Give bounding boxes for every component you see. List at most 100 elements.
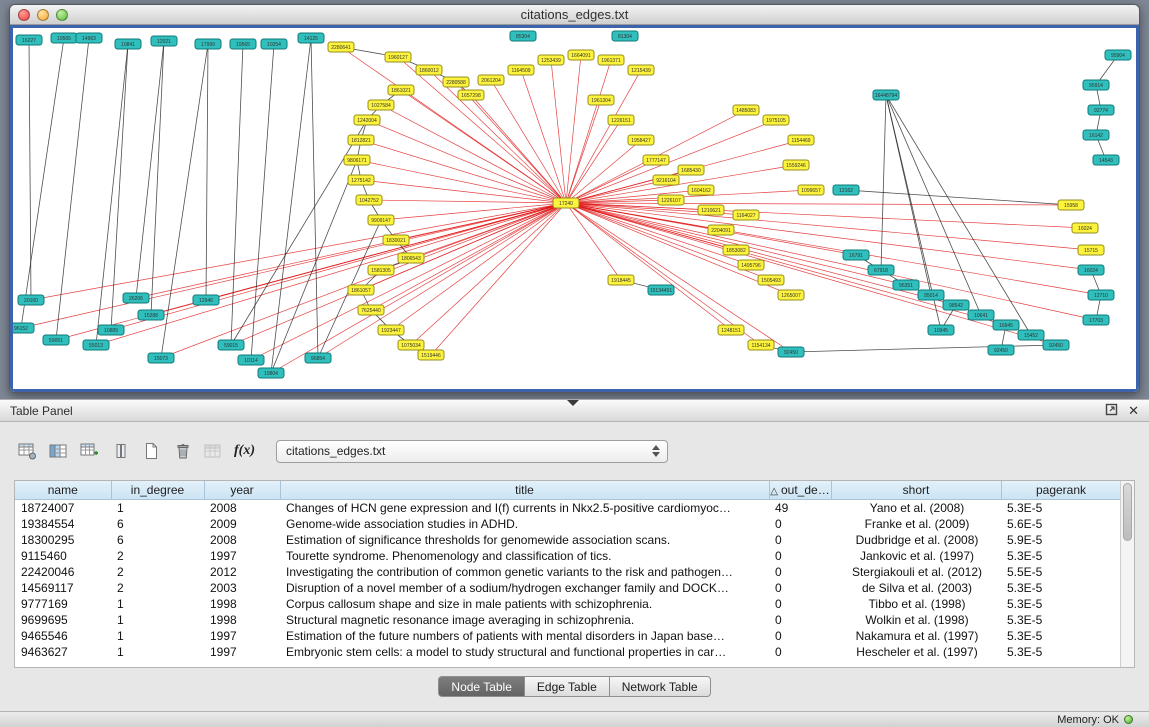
graph-node[interactable]: 1685430 bbox=[678, 165, 704, 175]
cell-name[interactable]: 18724007 bbox=[15, 499, 111, 516]
graph-node[interactable]: 1860012 bbox=[416, 65, 442, 75]
graph-node[interactable]: 20160 bbox=[18, 295, 44, 305]
graph-node[interactable]: 10114 bbox=[238, 355, 264, 365]
cell-year[interactable]: 1998 bbox=[204, 612, 280, 628]
graph-node[interactable]: 1923447 bbox=[378, 325, 404, 335]
graph-node[interactable]: 15715 bbox=[1078, 245, 1104, 255]
cell-in_degree[interactable]: 2 bbox=[111, 564, 204, 580]
graph-node[interactable]: 1226107 bbox=[658, 195, 684, 205]
table-mode-icon[interactable] bbox=[14, 438, 41, 464]
graph-node[interactable]: 15288 bbox=[138, 310, 164, 320]
cell-pagerank[interactable]: 5.3E-5 bbox=[1001, 628, 1121, 644]
table-row[interactable]: 1872400712008Changes of HCN gene express… bbox=[15, 499, 1121, 516]
graph-node[interactable]: 1960127 bbox=[385, 52, 411, 62]
cell-year[interactable]: 1998 bbox=[204, 596, 280, 612]
graph-node[interactable]: 92774 bbox=[1088, 105, 1114, 115]
tab-node-table[interactable]: Node Table bbox=[438, 676, 525, 697]
cell-short[interactable]: Dudbridge et al. (2008) bbox=[831, 532, 1001, 548]
cell-name[interactable]: 19384554 bbox=[15, 516, 111, 532]
close-window-button[interactable] bbox=[18, 9, 30, 21]
graph-node[interactable]: 1265007 bbox=[778, 290, 804, 300]
table-row[interactable]: 977716911998Corpus callosum shape and si… bbox=[15, 596, 1121, 612]
cell-pagerank[interactable]: 5.3E-5 bbox=[1001, 596, 1121, 612]
cell-out_de[interactable]: 0 bbox=[769, 628, 831, 644]
new-table-icon[interactable] bbox=[138, 438, 165, 464]
cell-pagerank[interactable]: 5.5E-5 bbox=[1001, 564, 1121, 580]
table-scrollbar[interactable] bbox=[1120, 481, 1134, 667]
graph-node[interactable]: 1918445 bbox=[608, 275, 634, 285]
graph-node[interactable]: 19565 bbox=[230, 39, 256, 49]
cell-title[interactable]: Embryonic stem cells: a model to study s… bbox=[280, 644, 769, 660]
cell-title[interactable]: Disruption of a novel member of a sodium… bbox=[280, 580, 769, 596]
table-scrollbar-thumb[interactable] bbox=[1123, 483, 1132, 541]
graph-node[interactable]: 1975105 bbox=[763, 115, 789, 125]
graph-node[interactable]: 67918 bbox=[868, 265, 894, 275]
graph-node[interactable]: 16448794 bbox=[873, 90, 899, 100]
cell-out_de[interactable]: 0 bbox=[769, 548, 831, 564]
cell-short[interactable]: Jankovic et al. (1997) bbox=[831, 548, 1001, 564]
cell-pagerank[interactable]: 5.9E-5 bbox=[1001, 532, 1121, 548]
graph-node[interactable]: 1495796 bbox=[738, 260, 764, 270]
cell-pagerank[interactable]: 5.3E-5 bbox=[1001, 499, 1121, 516]
graph-node[interactable]: 1226151 bbox=[608, 115, 634, 125]
table-row[interactable]: 1830029562008Estimation of significance … bbox=[15, 532, 1121, 548]
graph-node[interactable]: 7625440 bbox=[358, 305, 384, 315]
graph-node[interactable]: 81304 bbox=[612, 31, 638, 41]
table-selector-combo[interactable]: citations_edges.txt bbox=[276, 440, 668, 463]
table-row[interactable]: 946554611997Estimation of the future num… bbox=[15, 628, 1121, 644]
cell-name[interactable]: 9115460 bbox=[15, 548, 111, 564]
graph-node[interactable]: 12710 bbox=[1088, 290, 1114, 300]
cell-out_de[interactable]: 0 bbox=[769, 564, 831, 580]
graph-node[interactable]: 1664091 bbox=[568, 50, 594, 60]
graph-node[interactable]: 10889 bbox=[98, 325, 124, 335]
graph-node[interactable]: 1604162 bbox=[688, 185, 714, 195]
cell-year[interactable]: 1997 bbox=[204, 644, 280, 660]
graph-node[interactable]: 1961304 bbox=[588, 95, 614, 105]
graph-node[interactable]: 16791 bbox=[843, 250, 869, 260]
cell-in_degree[interactable]: 6 bbox=[111, 532, 204, 548]
graph-node[interactable]: 1861021 bbox=[388, 85, 414, 95]
column-header-out-degree[interactable]: △out_de… bbox=[769, 481, 831, 499]
column-header-title[interactable]: title bbox=[280, 481, 769, 499]
cell-short[interactable]: de Silva et al. (2003) bbox=[831, 580, 1001, 596]
cell-name[interactable]: 22420046 bbox=[15, 564, 111, 580]
graph-node[interactable]: 1154134 bbox=[748, 340, 774, 350]
table-row[interactable]: 969969511998Structural magnetic resonanc… bbox=[15, 612, 1121, 628]
graph-node[interactable]: 9909147 bbox=[368, 215, 394, 225]
graph-node[interactable]: 16024 bbox=[1078, 265, 1104, 275]
graph-node[interactable]: 2280588 bbox=[443, 77, 469, 87]
cell-year[interactable]: 2008 bbox=[204, 499, 280, 516]
graph-node[interactable]: 1075034 bbox=[398, 340, 424, 350]
graph-node[interactable]: 1248151 bbox=[718, 325, 744, 335]
import-table-icon[interactable] bbox=[200, 438, 227, 464]
minimize-window-button[interactable] bbox=[37, 9, 49, 21]
graph-node[interactable]: 92450 bbox=[778, 347, 804, 357]
cell-year[interactable]: 2012 bbox=[204, 564, 280, 580]
graph-node[interactable]: 95914 bbox=[1083, 80, 1109, 90]
column-header-short[interactable]: short bbox=[831, 481, 1001, 499]
graph-node[interactable]: 19565 bbox=[51, 33, 77, 43]
rows-icon[interactable] bbox=[107, 438, 134, 464]
cell-title[interactable]: Estimation of the future numbers of pati… bbox=[280, 628, 769, 644]
graph-node[interactable]: 1657298 bbox=[458, 90, 484, 100]
network-view-window[interactable]: citations_edges.txt 17240186102110275841… bbox=[9, 4, 1140, 393]
graph-node[interactable]: 26206 bbox=[123, 293, 149, 303]
graph-node[interactable]: 10841 bbox=[115, 39, 141, 49]
graph-node[interactable]: 1215439 bbox=[628, 65, 654, 75]
graph-node[interactable]: 10254 bbox=[261, 39, 287, 49]
cell-title[interactable]: Genome-wide association studies in ADHD. bbox=[280, 516, 769, 532]
graph-node[interactable]: 1853082 bbox=[723, 245, 749, 255]
graph-node[interactable]: 55013 bbox=[83, 340, 109, 350]
graph-node[interactable]: 96152 bbox=[13, 323, 34, 333]
graph-node[interactable]: 1505493 bbox=[758, 275, 784, 285]
cell-short[interactable]: Franke et al. (2009) bbox=[831, 516, 1001, 532]
cell-in_degree[interactable]: 1 bbox=[111, 628, 204, 644]
cell-name[interactable]: 9699695 bbox=[15, 612, 111, 628]
graph-node[interactable]: 95904 bbox=[1105, 50, 1131, 60]
column-header-pagerank[interactable]: pagerank bbox=[1001, 481, 1121, 499]
graph-node[interactable]: 95014 bbox=[918, 290, 944, 300]
graph-node[interactable]: 1027584 bbox=[368, 100, 394, 110]
cell-title[interactable]: Corpus callosum shape and size in male p… bbox=[280, 596, 769, 612]
cell-title[interactable]: Changes of HCN gene expression and I(f) … bbox=[280, 499, 769, 516]
cell-in_degree[interactable]: 2 bbox=[111, 548, 204, 564]
